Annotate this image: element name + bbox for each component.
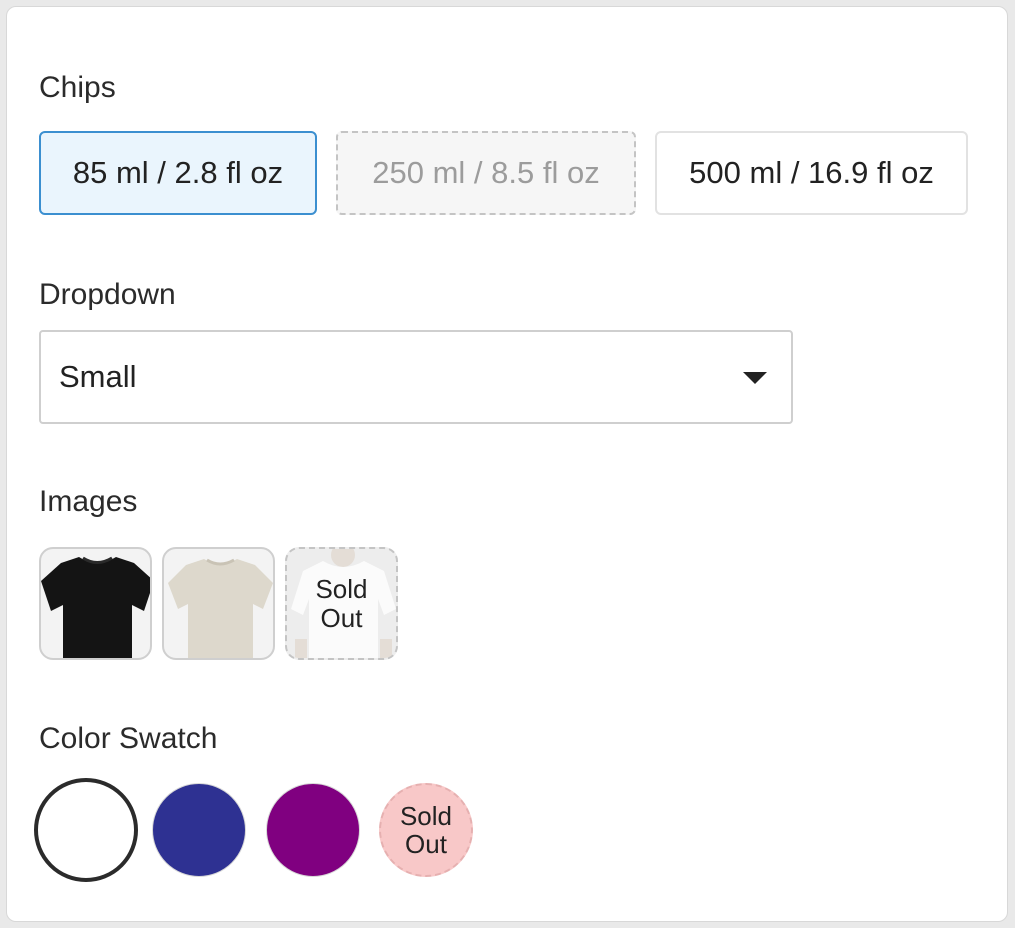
swatch-purple[interactable]	[266, 783, 360, 877]
chip-85ml[interactable]: 85 ml / 2.8 fl oz	[39, 131, 317, 215]
image-option-black-tshirt[interactable]	[39, 547, 152, 660]
swatch-pink[interactable]: Sold Out	[379, 783, 473, 877]
chip-500ml[interactable]: 500 ml / 16.9 fl oz	[655, 131, 968, 215]
chip-250ml[interactable]: 250 ml / 8.5 fl oz	[336, 131, 636, 215]
sold-out-label: Sold Out	[399, 801, 453, 859]
dropdown-section-title: Dropdown	[39, 278, 176, 311]
image-option-white-tshirt[interactable]: Sold Out	[285, 547, 398, 660]
swatch-white[interactable]	[34, 778, 138, 882]
variant-picker-card: Chips 85 ml / 2.8 fl oz 250 ml / 8.5 fl …	[6, 6, 1008, 922]
size-dropdown[interactable]: Small	[39, 330, 793, 424]
dropdown-selected-value: Small	[59, 359, 137, 394]
beige-tshirt-icon	[168, 558, 273, 658]
sold-out-label: Sold Out	[315, 573, 368, 633]
swatch-section-title: Color Swatch	[39, 722, 218, 755]
black-tshirt-icon	[41, 556, 150, 658]
chips-section-title: Chips	[39, 71, 116, 104]
image-options-group: Sold Out	[39, 547, 398, 660]
images-section-title: Images	[39, 485, 138, 518]
chips-group: 85 ml / 2.8 fl oz 250 ml / 8.5 fl oz 500…	[39, 131, 968, 215]
color-swatch-group: Sold Out	[34, 778, 484, 884]
caret-down-icon	[743, 372, 767, 384]
image-option-beige-tshirt[interactable]	[162, 547, 275, 660]
swatch-blue[interactable]	[152, 783, 246, 877]
